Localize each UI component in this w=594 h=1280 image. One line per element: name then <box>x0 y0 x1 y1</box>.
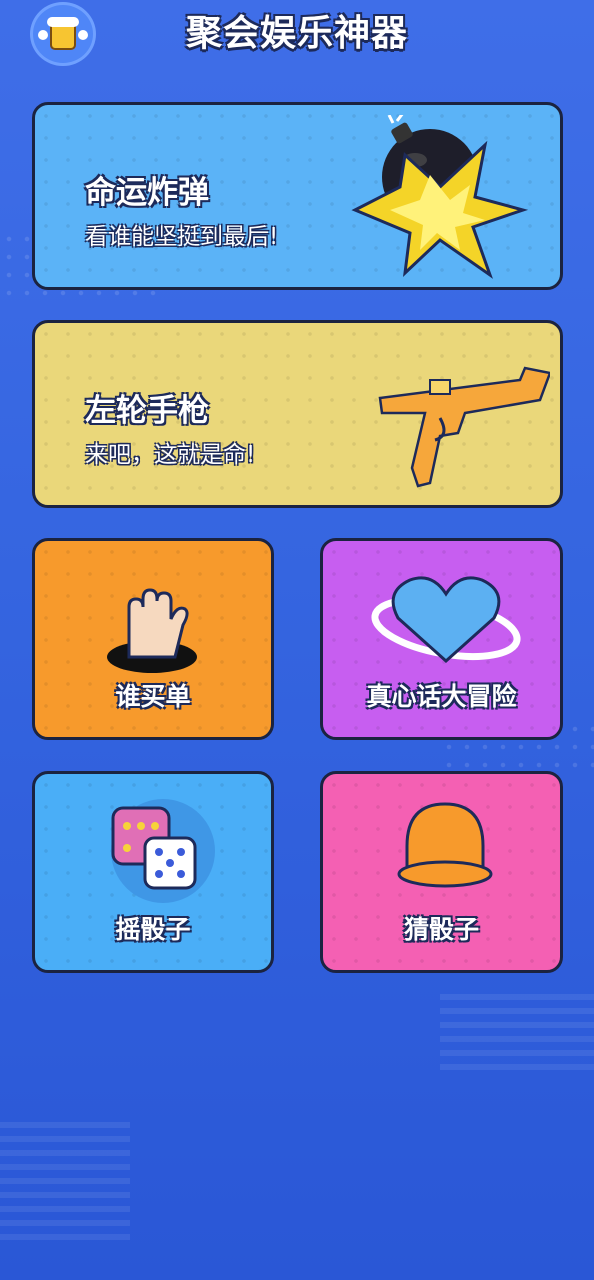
card-label: 摇骰子 <box>115 915 191 944</box>
fate-bomb-card[interactable]: 命运炸弹 看谁能坚挺到最后! <box>32 102 563 290</box>
dice-icon <box>111 799 215 903</box>
raised-hand-icon <box>107 588 197 673</box>
background-stripes <box>0 1120 130 1240</box>
card-title: 命运炸弹 <box>85 175 209 211</box>
shake-dice-card[interactable]: 摇骰子 <box>32 771 274 973</box>
app-header: 聚会娱乐神器 <box>0 0 594 70</box>
card-subtitle: 来吧，这就是命! <box>85 442 256 468</box>
dice-cup-icon <box>397 802 493 888</box>
background-stripes <box>440 990 594 1070</box>
heart-planet-icon <box>371 576 521 664</box>
bomb-icon <box>351 115 529 279</box>
card-label: 真心话大冒险 <box>366 682 517 711</box>
revolver-card[interactable]: 左轮手枪 来吧，这就是命! <box>32 320 563 508</box>
card-label: 谁买单 <box>115 682 191 711</box>
card-title: 左轮手枪 <box>85 393 209 429</box>
card-subtitle: 看谁能坚挺到最后! <box>85 224 279 250</box>
truth-or-dare-card[interactable]: 真心话大冒险 <box>320 538 563 740</box>
gun-icon <box>378 366 550 488</box>
app-title: 聚会娱乐神器 <box>185 13 408 54</box>
who-pays-card[interactable]: 谁买单 <box>32 538 274 740</box>
card-label: 猜骰子 <box>403 915 479 944</box>
guess-dice-card[interactable]: 猜骰子 <box>320 771 563 973</box>
